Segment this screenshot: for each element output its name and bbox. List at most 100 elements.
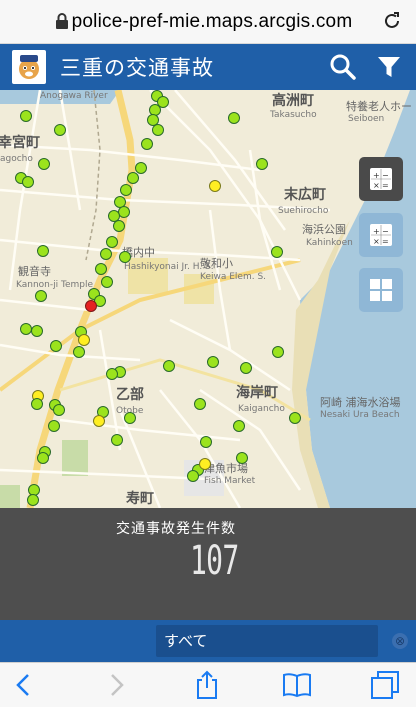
- accident-count: 107: [190, 538, 239, 584]
- accident-marker[interactable]: [141, 138, 153, 150]
- accident-marker[interactable]: [194, 398, 206, 410]
- svg-text:−: −: [382, 171, 389, 180]
- stats-panel: 交通事故発生件数 107: [0, 508, 416, 620]
- accident-marker[interactable]: [53, 404, 65, 416]
- map-label: Kahinkoen: [306, 238, 353, 248]
- map-label: Kannon-ji Temple: [16, 280, 94, 290]
- accident-marker[interactable]: [113, 220, 125, 232]
- grid-icon[interactable]: [359, 268, 403, 312]
- accident-marker[interactable]: [236, 452, 248, 464]
- bookmarks-icon[interactable]: [280, 670, 314, 700]
- accident-marker[interactable]: [93, 415, 105, 427]
- accident-marker[interactable]: [20, 110, 32, 122]
- map-label: Keiwa Elem. S.: [200, 272, 267, 282]
- accident-marker[interactable]: [233, 420, 245, 432]
- accident-marker[interactable]: [85, 300, 97, 312]
- share-icon[interactable]: [190, 670, 224, 700]
- map-label: 阿崎 浦海水浴場: [320, 396, 401, 409]
- accident-marker[interactable]: [31, 325, 43, 337]
- svg-text:×: ×: [373, 237, 380, 246]
- accident-marker[interactable]: [289, 412, 301, 424]
- close-icon[interactable]: ⊗: [392, 633, 408, 649]
- map-label: 高洲町: [272, 93, 314, 109]
- forward-icon[interactable]: [100, 670, 134, 700]
- svg-text:×: ×: [373, 181, 380, 190]
- map-label: 特養老人ホー: [346, 100, 412, 113]
- accident-marker[interactable]: [35, 290, 47, 302]
- accident-marker[interactable]: [111, 434, 123, 446]
- map-label: 観音寺: [18, 265, 51, 278]
- map-label: Takasucho: [270, 110, 317, 120]
- url-text: police-pref-mie.maps.arcgis.com: [71, 10, 353, 32]
- map-label: 末広町: [284, 187, 326, 203]
- tabs-icon[interactable]: [368, 670, 402, 700]
- svg-text:−: −: [382, 227, 389, 236]
- accident-marker[interactable]: [100, 248, 112, 260]
- svg-text:+: +: [373, 227, 380, 236]
- accident-marker[interactable]: [272, 346, 284, 358]
- reload-icon[interactable]: [382, 11, 402, 31]
- accident-marker[interactable]: [95, 263, 107, 275]
- accident-marker[interactable]: [101, 276, 113, 288]
- accident-marker[interactable]: [38, 158, 50, 170]
- accident-marker[interactable]: [78, 334, 90, 346]
- svg-text:=: =: [382, 181, 389, 190]
- accident-marker[interactable]: [119, 251, 131, 263]
- accident-marker[interactable]: [31, 398, 43, 410]
- stats-title: 交通事故発生件数: [116, 521, 236, 537]
- map-label: 乙部: [116, 387, 144, 403]
- accident-marker[interactable]: [187, 470, 199, 482]
- map-label: Fish Market: [204, 476, 256, 486]
- lock-icon: [55, 13, 69, 29]
- accident-marker[interactable]: [106, 236, 118, 248]
- accident-marker[interactable]: [200, 436, 212, 448]
- filter-bar: すべて ⊗: [0, 620, 416, 662]
- browser-toolbar: [0, 662, 416, 707]
- map-label: Kaigancho: [238, 404, 285, 414]
- map-label: Seiboen: [348, 114, 385, 124]
- accident-marker[interactable]: [152, 124, 164, 136]
- accident-marker[interactable]: [120, 184, 132, 196]
- calculator-icon[interactable]: + − × =: [359, 213, 403, 257]
- svg-text:+: +: [373, 171, 380, 180]
- accident-marker[interactable]: [54, 124, 66, 136]
- map-label: 敬和小: [200, 257, 233, 270]
- accident-marker[interactable]: [27, 494, 39, 506]
- map-label: 海浜公園: [302, 223, 346, 236]
- accident-marker[interactable]: [124, 412, 136, 424]
- accident-marker[interactable]: [163, 360, 175, 372]
- map-label: agocho: [0, 154, 33, 164]
- accident-marker[interactable]: [240, 362, 252, 374]
- accident-marker[interactable]: [127, 172, 139, 184]
- accident-marker[interactable]: [209, 180, 221, 192]
- accident-marker[interactable]: [207, 356, 219, 368]
- map-label: 海岸町: [236, 385, 278, 401]
- accident-marker[interactable]: [37, 245, 49, 257]
- accident-marker[interactable]: [199, 458, 211, 470]
- map-label: Suehirocho: [278, 206, 329, 216]
- map-label: Nesaki Ura Beach: [320, 410, 400, 420]
- back-icon[interactable]: [6, 670, 40, 700]
- map-label: 幸宮町: [0, 135, 40, 151]
- svg-text:=: =: [382, 237, 389, 246]
- search-icon[interactable]: [320, 44, 366, 90]
- address-bar[interactable]: police-pref-mie.maps.arcgis.com: [0, 0, 416, 44]
- filter-select[interactable]: すべて: [156, 625, 378, 657]
- accident-marker[interactable]: [106, 368, 118, 380]
- accident-marker[interactable]: [73, 346, 85, 358]
- map-view[interactable]: Anogawa River 高洲町 Takasucho 特養老人ホー Seibo…: [0, 90, 416, 508]
- filter-icon[interactable]: [366, 44, 412, 90]
- map-label: 寿町: [126, 491, 154, 507]
- accident-marker[interactable]: [48, 420, 60, 432]
- accident-marker[interactable]: [135, 162, 147, 174]
- accident-marker[interactable]: [50, 340, 62, 352]
- accident-marker[interactable]: [256, 158, 268, 170]
- calculator-icon[interactable]: + − × =: [359, 157, 403, 201]
- accident-marker[interactable]: [228, 112, 240, 124]
- map-label: Anogawa River: [40, 91, 108, 101]
- accident-marker[interactable]: [271, 246, 283, 258]
- police-logo: [12, 50, 46, 84]
- accident-marker[interactable]: [37, 452, 49, 464]
- app-title: 三重の交通事故: [60, 56, 214, 80]
- accident-marker[interactable]: [22, 176, 34, 188]
